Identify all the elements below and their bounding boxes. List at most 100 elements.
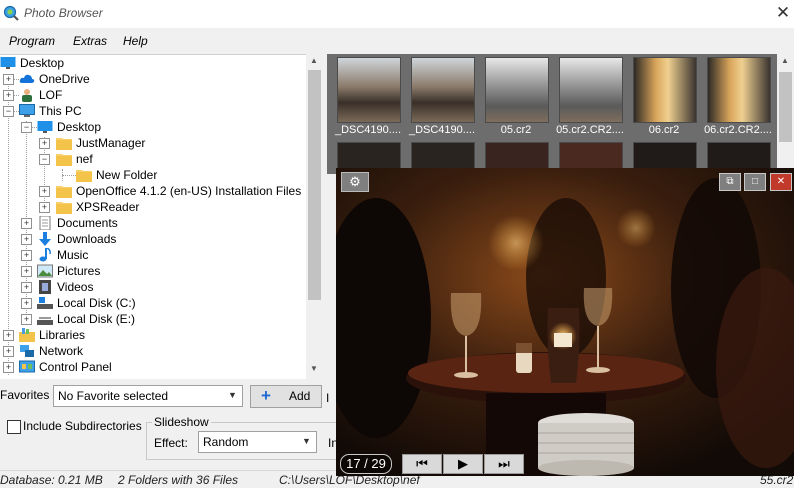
tree-item-label: This PC xyxy=(39,104,82,118)
expand-icon[interactable]: + xyxy=(3,74,14,85)
expand-icon[interactable]: + xyxy=(21,298,32,309)
tree-item-pictures[interactable]: + Pictures xyxy=(0,263,300,279)
effect-select[interactable]: Random ▼ xyxy=(198,431,317,453)
settings-gear-icon[interactable]: ⚙ xyxy=(341,172,369,192)
status-folders: 2 Folders with 36 Files xyxy=(118,473,239,487)
folder-icon xyxy=(56,186,72,198)
expand-icon[interactable]: + xyxy=(3,362,14,373)
thumbnail-scrollbar-thumb[interactable] xyxy=(779,72,792,142)
app-logo-icon xyxy=(3,5,19,21)
menu-program[interactable]: Program xyxy=(9,34,55,48)
menu-help[interactable]: Help xyxy=(123,34,148,48)
expand-icon[interactable]: + xyxy=(39,138,50,149)
tree-item-control-panel[interactable]: + Control Panel xyxy=(0,359,300,375)
tree-item-onedrive[interactable]: + OneDrive xyxy=(0,71,300,87)
collapse-icon[interactable]: − xyxy=(39,154,50,165)
favorites-select[interactable]: No Favorite selected ▼ xyxy=(53,385,243,407)
image-viewer[interactable]: ⚙ ⧉ □ ✕ 17 / 29 ⏮ ▶ ⏭ xyxy=(336,168,794,476)
window-title: Photo Browser xyxy=(24,6,103,20)
thumbnail-image[interactable] xyxy=(633,57,697,123)
expand-icon[interactable]: + xyxy=(3,346,14,357)
tree-item-lof[interactable]: + LOF xyxy=(0,87,300,103)
tree-item-new-folder[interactable]: New Folder xyxy=(0,167,300,183)
user-icon xyxy=(22,89,32,102)
favorites-label: Favorites xyxy=(0,388,50,402)
tree-item-music[interactable]: + Music xyxy=(0,247,300,263)
thumbnail-grid: _DSC4190.... _DSC4190.... 05.cr2 05.cr2.… xyxy=(327,54,794,208)
add-favorite-button[interactable]: + Add xyxy=(250,385,322,408)
favorites-selected-value: No Favorite selected xyxy=(58,389,169,403)
next-image-button[interactable]: ⏭ xyxy=(484,454,524,474)
thumbnail-label: 06.cr2 xyxy=(648,124,680,136)
tree-item-label: Documents xyxy=(57,216,118,230)
viewer-close-icon[interactable]: ✕ xyxy=(770,173,792,191)
tree-item-downloads[interactable]: + Downloads xyxy=(0,231,300,247)
tree-item-label: Music xyxy=(57,248,89,262)
thumbnail-label: 05.cr2 xyxy=(500,124,532,136)
expand-icon[interactable]: + xyxy=(21,266,32,277)
videos-icon xyxy=(39,280,51,294)
play-slideshow-button[interactable]: ▶ xyxy=(443,454,483,474)
tree-item-libraries[interactable]: + Libraries xyxy=(0,327,300,343)
thumbnail-image[interactable] xyxy=(559,57,623,123)
control-panel-icon xyxy=(19,360,35,373)
tree-item-label: OpenOffice 4.1.2 (en-US) Installation Fi… xyxy=(76,184,302,198)
tree-item-xpsreader[interactable]: + XPSReader xyxy=(0,199,300,215)
menu-bar: Program Extras Help xyxy=(0,31,794,51)
expand-icon[interactable]: + xyxy=(21,282,32,293)
tree-item-nef[interactable]: − nef xyxy=(0,151,300,167)
thumbnail-label: 06.cr2.CR2.... xyxy=(704,124,772,136)
expand-icon[interactable]: + xyxy=(21,250,32,261)
fit-window-icon[interactable]: ⧉ xyxy=(719,173,741,191)
thumbnail-image[interactable] xyxy=(707,57,771,123)
thumbnail-scrollbar[interactable]: ▲ xyxy=(777,54,794,174)
maximize-icon[interactable]: □ xyxy=(744,173,766,191)
tree-item-desktop-root[interactable]: Desktop xyxy=(0,55,300,71)
tree-item-label: Local Disk (E:) xyxy=(57,312,136,326)
folder-tree[interactable]: Desktop + OneDrive + LOF − This PC − Des… xyxy=(0,54,306,379)
folder-icon xyxy=(56,202,72,214)
tree-item-local-disk-e[interactable]: + Local Disk (E:) xyxy=(0,311,300,327)
expand-icon[interactable]: + xyxy=(21,218,32,229)
tree-item-justmanager[interactable]: + JustManager xyxy=(0,135,300,151)
expand-icon[interactable]: + xyxy=(3,330,14,341)
tree-item-openoffice[interactable]: + OpenOffice 4.1.2 (en-US) Installation … xyxy=(0,183,302,199)
scroll-down-icon[interactable]: ▼ xyxy=(310,364,318,373)
thumbnail-image[interactable] xyxy=(337,57,401,123)
expand-icon[interactable]: + xyxy=(3,90,14,101)
tree-item-desktop[interactable]: − Desktop xyxy=(0,119,300,135)
thumbnail-label: _DSC4190.... xyxy=(408,124,476,136)
tree-item-label: JustManager xyxy=(76,136,146,150)
expand-icon[interactable]: + xyxy=(21,234,32,245)
tree-item-documents[interactable]: + Documents xyxy=(0,215,300,231)
scroll-up-icon[interactable]: ▲ xyxy=(781,56,789,65)
tree-item-network[interactable]: + Network xyxy=(0,343,300,359)
tree-item-this-pc[interactable]: − This PC xyxy=(0,103,300,119)
tree-item-label: Libraries xyxy=(39,328,86,342)
viewer-photo xyxy=(336,168,794,476)
expand-icon[interactable]: + xyxy=(21,314,32,325)
expand-icon[interactable]: + xyxy=(39,186,50,197)
close-icon[interactable]: ✕ xyxy=(772,2,794,24)
collapse-icon[interactable]: − xyxy=(3,106,14,117)
scroll-up-icon[interactable]: ▲ xyxy=(310,56,318,65)
tree-item-label: Pictures xyxy=(57,264,101,278)
menu-extras[interactable]: Extras xyxy=(73,34,107,48)
thumbnail-image[interactable] xyxy=(485,57,549,123)
drive-icon xyxy=(37,297,53,309)
tree-item-label: Local Disk (C:) xyxy=(57,296,136,310)
expand-icon[interactable]: + xyxy=(39,202,50,213)
collapse-icon[interactable]: − xyxy=(21,122,32,133)
folder-icon xyxy=(56,138,72,150)
thumbnail-label: _DSC4190.... xyxy=(334,124,402,136)
computer-icon xyxy=(19,104,35,117)
tree-item-label: XPSReader xyxy=(76,200,140,214)
folder-icon xyxy=(56,154,72,166)
include-subdirectories-checkbox[interactable] xyxy=(7,420,21,434)
tree-item-videos[interactable]: + Videos xyxy=(0,279,300,295)
tree-scrollbar-thumb[interactable] xyxy=(308,70,321,300)
include-subdirectories-label: Include Subdirectories xyxy=(23,419,142,433)
previous-image-button[interactable]: ⏮ xyxy=(402,454,442,474)
tree-item-local-disk-c[interactable]: + Local Disk (C:) xyxy=(0,295,300,311)
thumbnail-image[interactable] xyxy=(411,57,475,123)
